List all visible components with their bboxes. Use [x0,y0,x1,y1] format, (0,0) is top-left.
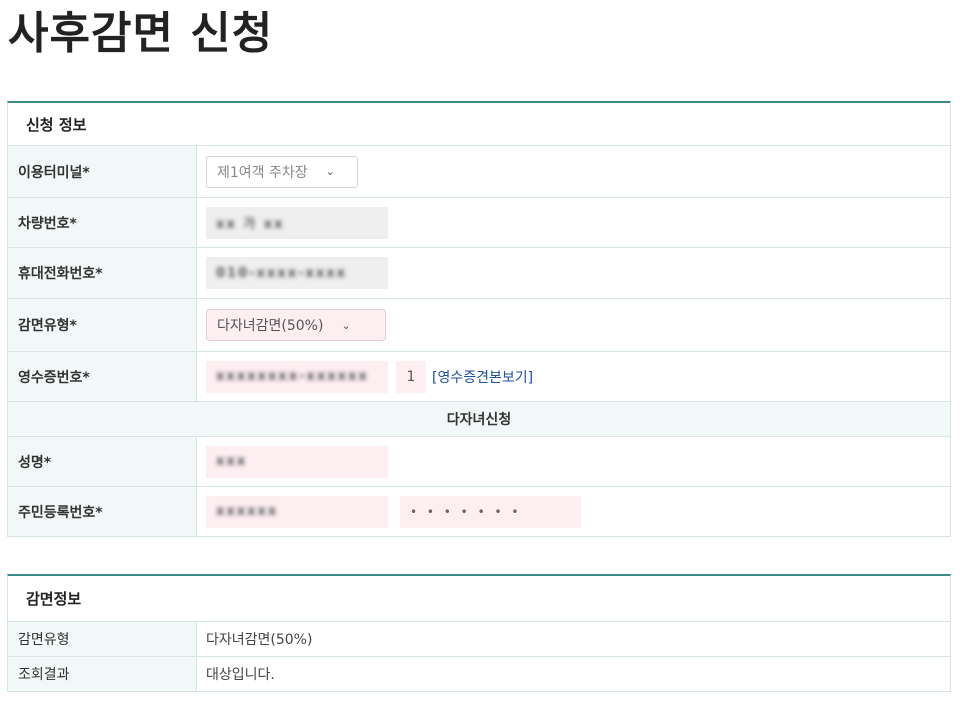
discount-info-header: 감면정보 [7,574,951,622]
apply-info-section: 신청 정보 이용터미널* 제1여객 주차장 ⌄ 차량번호* xx 가 xx 휴대… [7,101,951,537]
multi-child-subheader: 다자녀신청 [7,402,951,437]
receipt-row: 영수증번호* xxxxxxxx-xxxxxx 1 [영수증견본보기] [7,352,951,402]
discount-info-section: 감면정보 감면유형 다자녀감면(50%) 조회결과 대상입니다. [7,574,951,692]
receipt-number-value: xxxxxxxx-xxxxxx [216,369,369,384]
receipt-seq-input[interactable]: 1 [396,360,426,393]
name-input[interactable]: xxx [206,445,388,478]
receipt-sample-link[interactable]: [영수증견본보기] [432,367,533,387]
chevron-down-icon: ⌄ [325,165,335,178]
discount-type-result-label: 감면유형 [8,622,197,656]
phone-row: 휴대전화번호* 010-xxxx-xxxx [7,248,951,299]
rrn-row: 주민등록번호* xxxxxx • • • • • • • [7,487,951,537]
name-label: 성명* [8,437,197,486]
lookup-result-row: 조회결과 대상입니다. [7,657,951,692]
phone-input[interactable]: 010-xxxx-xxxx [206,257,388,289]
rrn-label: 주민등록번호* [8,487,197,536]
discount-type-label: 감면유형* [8,299,197,351]
rrn-front-value: xxxxxx [216,504,279,519]
phone-label: 휴대전화번호* [8,248,197,298]
discount-type-select[interactable]: 다자녀감면(50%) ⌄ [206,309,386,341]
vehicle-row: 차량번호* xx 가 xx [7,198,951,248]
receipt-label: 영수증번호* [8,352,197,401]
discount-type-result-value: 다자녀감면(50%) [206,632,313,648]
lookup-result-label: 조회결과 [8,657,197,691]
lookup-result-value: 대상입니다. [206,667,275,683]
vehicle-number-input[interactable]: xx 가 xx [206,206,388,239]
terminal-label: 이용터미널* [8,146,197,197]
vehicle-number-value: xx 가 xx [216,217,285,232]
page-title: 사후감면 신청 [8,8,274,59]
apply-info-header: 신청 정보 [7,101,951,146]
vehicle-label: 차량번호* [8,198,197,247]
phone-value: 010-xxxx-xxxx [216,265,348,281]
terminal-select-value: 제1여객 주차장 [217,164,308,181]
receipt-number-input[interactable]: xxxxxxxx-xxxxxx [206,360,388,393]
discount-type-select-value: 다자녀감면(50%) [217,318,324,334]
terminal-select[interactable]: 제1여객 주차장 ⌄ [206,155,358,188]
rrn-back-value: • • • • • • • [410,504,522,519]
rrn-front-input[interactable]: xxxxxx [206,495,388,528]
rrn-back-input[interactable]: • • • • • • • [400,495,581,528]
terminal-row: 이용터미널* 제1여객 주차장 ⌄ [7,146,951,198]
name-row: 성명* xxx [7,437,951,487]
discount-type-row: 감면유형* 다자녀감면(50%) ⌄ [7,299,951,352]
name-value: xxx [216,454,248,469]
chevron-down-icon: ⌄ [341,318,351,332]
discount-type-result-row: 감면유형 다자녀감면(50%) [7,622,951,657]
